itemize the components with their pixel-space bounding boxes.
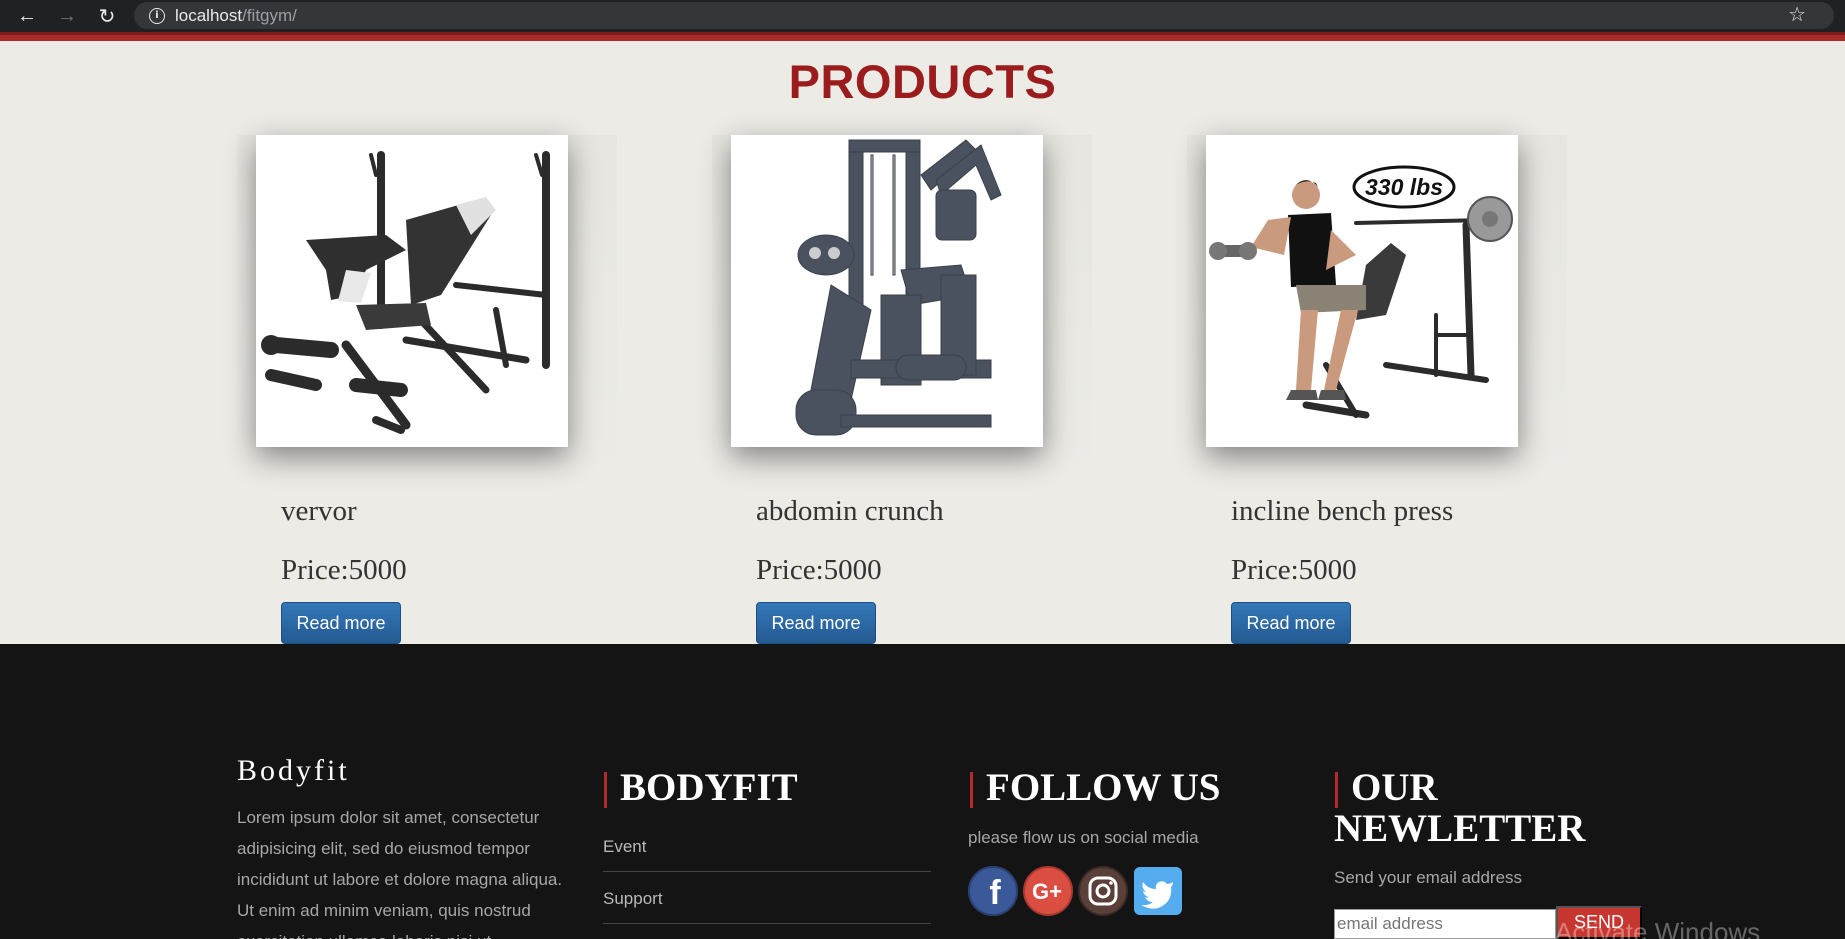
footer-heading-newsletter: OUR NEWLETTER: [1334, 766, 1586, 850]
product-price: Price:5000: [1231, 554, 1357, 586]
bookmark-star-icon[interactable]: ☆: [1788, 2, 1806, 29]
header-accent-bar: [0, 32, 1845, 41]
read-more-button[interactable]: Read more: [756, 602, 876, 644]
footer-link-event[interactable]: Event: [603, 837, 931, 872]
address-bar[interactable]: i localhost/fitgym/ ☆: [134, 2, 1834, 29]
url-text[interactable]: localhost/fitgym/: [175, 6, 297, 26]
reload-icon[interactable]: ↻: [88, 0, 126, 32]
product-name: vervor: [281, 495, 357, 527]
footer-description: Lorem ipsum dolor sit amet, consectetur …: [237, 808, 563, 939]
back-icon[interactable]: ←: [8, 0, 46, 32]
newsletter-text: Send your email address: [1334, 868, 1523, 887]
svg-text:f: f: [989, 874, 1001, 912]
product-image-abdominal-crunch-machine[interactable]: [731, 135, 1043, 447]
footer-brand: Bodyfit: [237, 754, 350, 787]
info-icon[interactable]: i: [149, 7, 165, 24]
product-price: Price:5000: [756, 554, 882, 586]
product-card: abdomin crunch Price:5000 Read more: [712, 135, 1092, 644]
svg-text:G+: G+: [1032, 879, 1062, 904]
site-footer: Bodyfit Lorem ipsum dolor sit amet, cons…: [0, 644, 1845, 939]
read-more-button[interactable]: Read more: [281, 602, 401, 644]
products-title: PRODUCTS: [788, 55, 1057, 108]
product-card: 330 lbs incline bench press Price:5000 R…: [1187, 135, 1567, 644]
email-input[interactable]: [1334, 909, 1556, 939]
product-name: incline bench press: [1231, 495, 1454, 527]
product-name: abdomin crunch: [756, 495, 944, 527]
footer-link-support[interactable]: Support: [603, 889, 931, 924]
facebook-icon[interactable]: f: [968, 866, 1018, 916]
instagram-icon[interactable]: [1078, 866, 1128, 916]
forward-icon[interactable]: →: [48, 0, 86, 32]
product-card: vervor Price:5000 Read more: [237, 135, 617, 644]
footer-heading-bodyfit: BODYFIT: [603, 767, 798, 808]
products-section: PRODUCTS vervor Price:5000 Read more abd…: [0, 41, 1845, 644]
product-image-incline-bench-press[interactable]: 330 lbs: [1206, 135, 1518, 447]
browser-toolbar: ← → ↻ i localhost/fitgym/ ☆: [0, 0, 1845, 32]
google-plus-icon[interactable]: G+: [1023, 866, 1073, 916]
windows-activation-watermark: Activate Windows: [1555, 917, 1761, 939]
weight-badge: 330 lbs: [1365, 174, 1443, 200]
product-price: Price:5000: [281, 554, 407, 586]
follow-text: please flow us on social media: [968, 828, 1199, 847]
product-image-weight-bench[interactable]: [256, 135, 568, 447]
twitter-icon[interactable]: [1133, 866, 1183, 916]
footer-heading-follow-us: FOLLOW US: [969, 767, 1220, 808]
read-more-button[interactable]: Read more: [1231, 602, 1351, 644]
